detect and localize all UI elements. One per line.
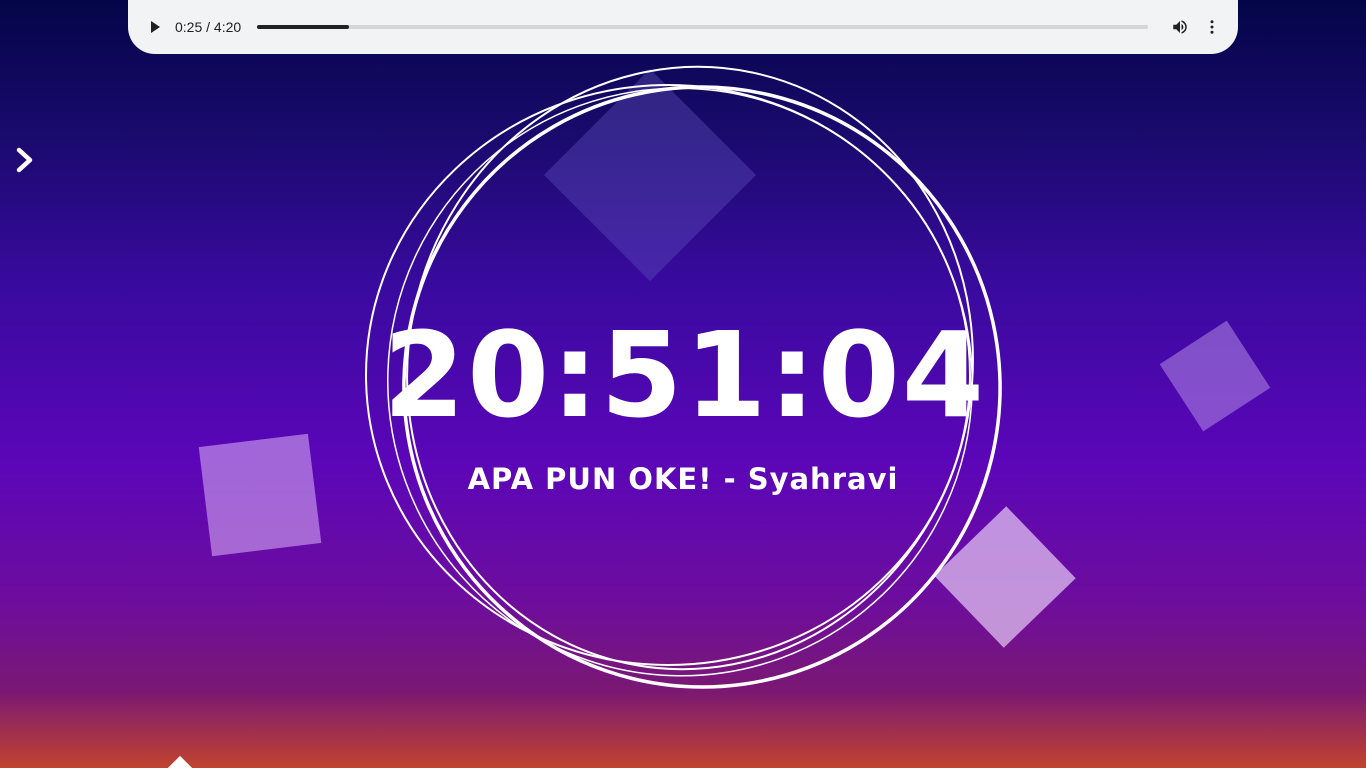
chevron-right-icon[interactable]	[12, 144, 38, 176]
seek-bar[interactable]	[257, 25, 1148, 29]
time-display: 0:25 / 4:20	[175, 19, 241, 35]
song-title: APA PUN OKE! - Syahravi	[467, 462, 899, 496]
current-time: 0:25	[175, 19, 203, 35]
audio-player[interactable]: 0:25 / 4:20	[128, 0, 1238, 54]
duration: 4:20	[213, 19, 242, 35]
volume-icon[interactable]	[1168, 15, 1192, 39]
clock-display: 20:51:04	[383, 306, 987, 444]
time-separator: /	[202, 19, 214, 35]
play-icon[interactable]	[146, 18, 164, 36]
more-vert-icon[interactable]	[1200, 15, 1224, 39]
seek-bar-progress	[257, 25, 349, 29]
